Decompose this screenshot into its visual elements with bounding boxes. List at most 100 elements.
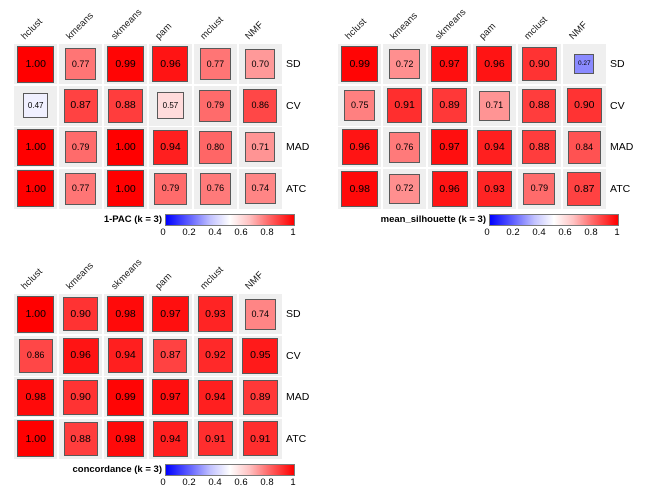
heatmap-cell[interactable]: 0.98	[103, 294, 148, 335]
heatmap-cell[interactable]: 0.86	[14, 335, 58, 376]
heatmap-cell[interactable]: 0.88	[103, 85, 148, 126]
heatmap-cell[interactable]: 0.90	[58, 294, 103, 335]
heatmap-cell[interactable]: 0.74	[238, 294, 282, 335]
legend-tick-label: 0.6	[558, 227, 572, 238]
heatmap-cell-value: 0.76	[199, 173, 232, 205]
heatmap-cell[interactable]: 0.75	[338, 85, 382, 126]
heatmap-cell-value: 0.93	[197, 296, 234, 332]
heatmap-cell[interactable]: 0.71	[238, 127, 282, 168]
heatmap-cell[interactable]: 0.96	[427, 168, 472, 209]
heatmap-cell[interactable]: 0.97	[427, 127, 472, 168]
heatmap-cell[interactable]: 0.98	[338, 168, 382, 209]
heatmap-cell-value: 0.75	[344, 90, 376, 122]
heatmap-cell[interactable]: 0.87	[58, 85, 103, 126]
heatmap-cell-value: 0.97	[152, 379, 189, 416]
row-label-sd: SD	[610, 58, 625, 71]
heatmap-cell[interactable]: 0.99	[338, 44, 382, 85]
heatmap-cell[interactable]: 0.97	[148, 294, 193, 335]
heatmap-grid-1-pac-k-3: 1.00 0.77 0.99 0.96 0.77 0.70 0.47 0.87 0.88 0.57…	[14, 44, 282, 209]
column-header-pam: pam	[153, 270, 175, 292]
heatmap-cell[interactable]: 1.00	[14, 418, 58, 459]
heatmap-cell[interactable]: 0.74	[238, 168, 282, 209]
heatmap-cell[interactable]: 0.94	[103, 335, 148, 376]
heatmap-cell-value: 0.79	[199, 89, 232, 122]
heatmap-cell[interactable]: 0.84	[562, 127, 606, 168]
heatmap-cell[interactable]: 0.93	[193, 294, 238, 335]
heatmap-cell[interactable]: 0.87	[148, 335, 193, 376]
heatmap-cell-value: 0.27	[574, 53, 595, 75]
heatmap-cell[interactable]: 0.71	[472, 85, 517, 126]
heatmap-cell[interactable]: 0.88	[517, 127, 562, 168]
legend-color-bar	[165, 463, 295, 476]
heatmap-cell[interactable]: 1.00	[103, 127, 148, 168]
heatmap-cell-value: 0.91	[197, 421, 233, 457]
heatmap-cell-value: 0.90	[522, 46, 557, 82]
heatmap-cell[interactable]: 0.88	[517, 85, 562, 126]
heatmap-cell[interactable]: 0.90	[58, 377, 103, 418]
heatmap-cell[interactable]: 0.96	[472, 44, 517, 85]
heatmap-cell[interactable]: 1.00	[14, 294, 58, 335]
heatmap-cell[interactable]: 0.80	[193, 127, 238, 168]
heatmap-cell[interactable]: 0.98	[14, 377, 58, 418]
heatmap-cell[interactable]: 0.89	[238, 377, 282, 418]
legend-tick-label: 0.2	[182, 477, 196, 488]
heatmap-cell[interactable]: 0.94	[148, 127, 193, 168]
heatmap-cell[interactable]: 0.90	[562, 85, 606, 126]
heatmap-cell[interactable]: 0.97	[427, 44, 472, 85]
heatmap-cell[interactable]: 0.76	[382, 127, 427, 168]
heatmap-cell[interactable]: 0.86	[238, 85, 282, 126]
heatmap-cell[interactable]: 0.98	[103, 418, 148, 459]
heatmap-cell[interactable]: 0.99	[103, 377, 148, 418]
row-label-atc: ATC	[286, 182, 307, 195]
heatmap-cell[interactable]: 0.93	[472, 168, 517, 209]
row-label-atc: ATC	[286, 432, 307, 445]
heatmap-cell[interactable]: 0.79	[148, 168, 193, 209]
heatmap-cell[interactable]: 0.95	[238, 335, 282, 376]
heatmap-cell[interactable]: 0.88	[58, 418, 103, 459]
heatmap-cell-value: 0.89	[432, 88, 467, 123]
legend-tick-label: 1	[290, 477, 296, 488]
heatmap-cell[interactable]: 0.94	[148, 418, 193, 459]
heatmap-cell-value: 0.94	[107, 337, 144, 374]
heatmap-cell[interactable]: 0.70	[238, 44, 282, 85]
heatmap-cell[interactable]: 1.00	[103, 168, 148, 209]
heatmap-cell[interactable]: 0.91	[382, 85, 427, 126]
heatmap-cell-value: 0.72	[389, 48, 420, 80]
heatmap-cell-value: 1.00	[17, 170, 55, 208]
heatmap-cell-value: 0.71	[479, 90, 510, 121]
heatmap-cell[interactable]: 0.47	[14, 85, 58, 126]
heatmap-cell-value: 0.97	[431, 45, 468, 83]
heatmap-cell-value: 0.96	[152, 46, 189, 83]
heatmap-cell-value: 0.88	[108, 88, 143, 123]
column-header-kmeans: kmeans	[64, 260, 97, 292]
heatmap-cell[interactable]: 0.96	[148, 44, 193, 85]
heatmap-cell[interactable]: 0.91	[238, 418, 282, 459]
heatmap-cell[interactable]: 0.27	[562, 44, 606, 85]
heatmap-cell[interactable]: 0.77	[58, 168, 103, 209]
heatmap-cell[interactable]: 0.92	[193, 335, 238, 376]
heatmap-cell[interactable]: 0.72	[382, 168, 427, 209]
heatmap-cell[interactable]: 0.57	[148, 85, 193, 126]
legend-tick-label: 0.2	[182, 227, 196, 238]
heatmap-cell[interactable]: 1.00	[14, 127, 58, 168]
heatmap-cell[interactable]: 0.94	[472, 127, 517, 168]
heatmap-cell[interactable]: 0.77	[193, 44, 238, 85]
heatmap-cell[interactable]: 0.79	[193, 85, 238, 126]
heatmap-cell[interactable]: 0.96	[58, 335, 103, 376]
heatmap-cell[interactable]: 0.77	[58, 44, 103, 85]
heatmap-cell[interactable]: 0.94	[193, 377, 238, 418]
heatmap-cell[interactable]: 0.90	[517, 44, 562, 85]
row-label-sd: SD	[286, 308, 301, 321]
heatmap-cell[interactable]: 0.91	[193, 418, 238, 459]
heatmap-cell[interactable]: 0.97	[148, 377, 193, 418]
heatmap-cell[interactable]: 0.87	[562, 168, 606, 209]
heatmap-cell[interactable]: 0.99	[103, 44, 148, 85]
heatmap-cell[interactable]: 0.96	[338, 127, 382, 168]
heatmap-cell[interactable]: 0.72	[382, 44, 427, 85]
heatmap-cell[interactable]: 1.00	[14, 168, 58, 209]
heatmap-cell[interactable]: 0.79	[58, 127, 103, 168]
heatmap-cell[interactable]: 0.76	[193, 168, 238, 209]
heatmap-cell[interactable]: 0.79	[517, 168, 562, 209]
heatmap-cell[interactable]: 1.00	[14, 44, 58, 85]
heatmap-cell[interactable]: 0.89	[427, 85, 472, 126]
